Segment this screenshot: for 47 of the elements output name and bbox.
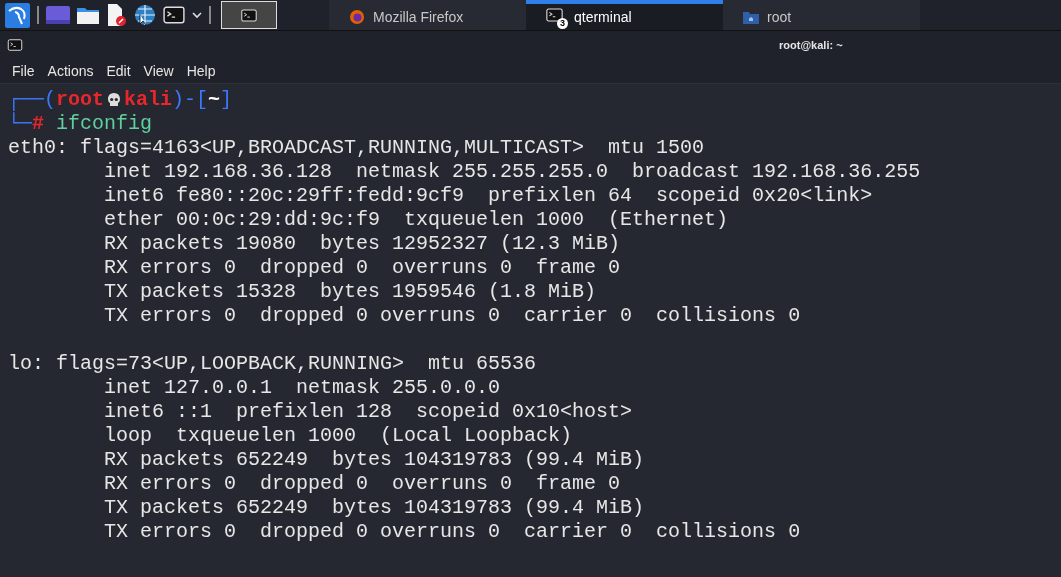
output-line: ether 00:0c:29:dd:9c:f9 txqueuelen 1000 (Ethernet) bbox=[103, 208, 729, 232]
menu-item[interactable]: Edit bbox=[106, 60, 131, 82]
output-line: inet 192.168.36.128 netmask 255.255.255.0 broadcast 192.168.36.255 bbox=[103, 160, 921, 184]
chevron-down-icon[interactable] bbox=[192, 11, 202, 19]
prompt-text: root bbox=[56, 88, 105, 112]
menu-item[interactable]: Help bbox=[186, 60, 216, 82]
output-line: TX packets 15328 bytes 1959546 (1.8 MiB) bbox=[103, 280, 597, 304]
prompt-text: # bbox=[32, 112, 45, 136]
menu-item[interactable]: View bbox=[143, 60, 174, 82]
output-line: inet6 fe80::20c:29ff:fedd:9cf9 prefixlen 64 scopeid 0x20<link> bbox=[103, 184, 873, 208]
output-line: inet 127.0.0.1 netmask 255.0.0.0 bbox=[103, 376, 501, 400]
output-line: loop txqueuelen 1000 (Local Loopback) bbox=[103, 424, 573, 448]
terminal-icon bbox=[7, 39, 23, 51]
output-line: TX errors 0 dropped 0 overruns 0 carrier 0 collisions 0 bbox=[103, 520, 801, 544]
output-line: lo: flags=73<UP,LOOPBACK,RUNNING> mtu 65536 bbox=[8, 352, 537, 376]
output-line: RX packets 652249 bytes 104319783 (99.4 MiB) bbox=[103, 448, 645, 472]
folder-icon[interactable] bbox=[77, 6, 99, 24]
prompt-text: )-[ bbox=[172, 88, 209, 112]
output-line: TX errors 0 dropped 0 overruns 0 carrier 0 collisions 0 bbox=[103, 304, 801, 328]
output-line: RX errors 0 dropped 0 overruns 0 frame 0 bbox=[103, 472, 621, 496]
skull-icon bbox=[107, 92, 122, 108]
workspace-button[interactable] bbox=[221, 1, 277, 29]
count-badge: 3 bbox=[557, 18, 568, 29]
prompt-text: └─ bbox=[8, 112, 32, 136]
output-line: RX packets 19080 bytes 12952327 (12.3 MiB) bbox=[103, 232, 621, 256]
window-title: root@kali: ~ bbox=[779, 37, 843, 53]
output-line: inet6 ::1 prefixlen 128 scopeid 0x10<host> bbox=[103, 400, 633, 424]
globe-icon[interactable] bbox=[134, 4, 156, 26]
task-button[interactable]: Mozilla Firefox bbox=[329, 0, 526, 30]
prompt-text: ~ bbox=[208, 88, 221, 112]
task-button[interactable]: root bbox=[723, 0, 920, 30]
command-text: ifconfig bbox=[55, 112, 153, 136]
prompt-text: ┌──( bbox=[8, 88, 56, 112]
terminal-icon bbox=[163, 6, 185, 24]
output-line: RX errors 0 dropped 0 overruns 0 frame 0 bbox=[103, 256, 621, 280]
folder-icon bbox=[743, 10, 759, 24]
output-line: TX packets 652249 bytes 104319783 (99.4 MiB) bbox=[103, 496, 645, 520]
menu-item[interactable]: File bbox=[12, 60, 35, 82]
prompt-text: ] bbox=[220, 88, 233, 112]
output-line: eth0: flags=4163<UP,BROADCAST,RUNNING,MULTICAST> mtu 1500 bbox=[8, 136, 705, 160]
task-button[interactable]: 3 qterminal bbox=[526, 0, 723, 30]
menu-item[interactable]: Actions bbox=[47, 60, 94, 82]
browser-icon bbox=[349, 9, 365, 25]
terminal-icon bbox=[241, 8, 257, 22]
document-edit-icon[interactable] bbox=[106, 4, 127, 26]
prompt-text: kali bbox=[124, 88, 173, 112]
terminal-icon bbox=[546, 8, 563, 22]
